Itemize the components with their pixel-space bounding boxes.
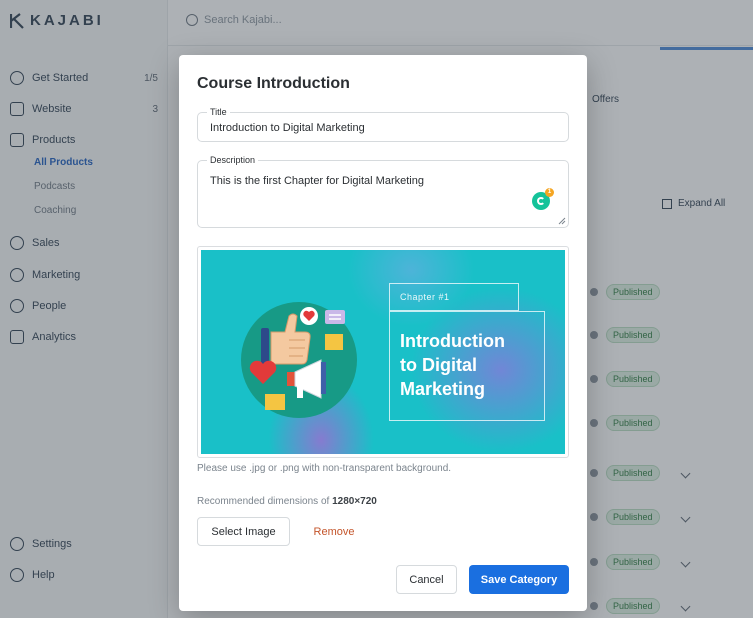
dimensions-hint-prefix: Recommended dimensions of	[197, 496, 333, 507]
course-introduction-modal: Course Introduction Title Introduction t…	[179, 55, 587, 611]
cancel-button[interactable]: Cancel	[396, 565, 457, 594]
description-textarea[interactable]: This is the first Chapter for Digital Ma…	[210, 175, 424, 187]
chapter-box: Chapter #1	[389, 283, 519, 311]
resize-grip-icon[interactable]	[558, 217, 566, 225]
title-field[interactable]: Title Introduction to Digital Marketing	[197, 106, 569, 142]
description-field-label: Description	[207, 154, 259, 166]
image-dimensions-hint: Recommended dimensions of 1280×720	[197, 496, 377, 507]
title-field-label: Title	[207, 106, 230, 118]
image-preview-frame: Chapter #1 Introduction to Digital Marke…	[197, 246, 569, 458]
grammarly-icon[interactable]: 1	[532, 188, 554, 210]
cover-heading: Introduction to Digital Marketing	[400, 329, 550, 401]
grammarly-badge: 1	[545, 188, 554, 197]
save-category-button[interactable]: Save Category	[469, 565, 569, 594]
image-format-hint: Please use .jpg or .png with non-transpa…	[197, 463, 452, 474]
cover-heading-line: Marketing	[400, 379, 486, 399]
cover-image: Chapter #1 Introduction to Digital Marke…	[201, 250, 565, 454]
dimensions-value: 1280×720	[332, 496, 377, 507]
modal-title: Course Introduction	[197, 75, 350, 92]
title-input[interactable]: Introduction to Digital Marketing	[210, 122, 365, 134]
chapter-label: Chapter #1	[400, 292, 450, 302]
cover-heading-line: to Digital	[400, 355, 477, 375]
remove-image-button[interactable]: Remove	[305, 517, 363, 546]
cover-heading-line: Introduction	[400, 331, 505, 351]
description-field[interactable]: Description This is the first Chapter fo…	[197, 154, 569, 228]
select-image-button[interactable]: Select Image	[197, 517, 290, 546]
digital-marketing-illustration-icon	[249, 307, 345, 410]
